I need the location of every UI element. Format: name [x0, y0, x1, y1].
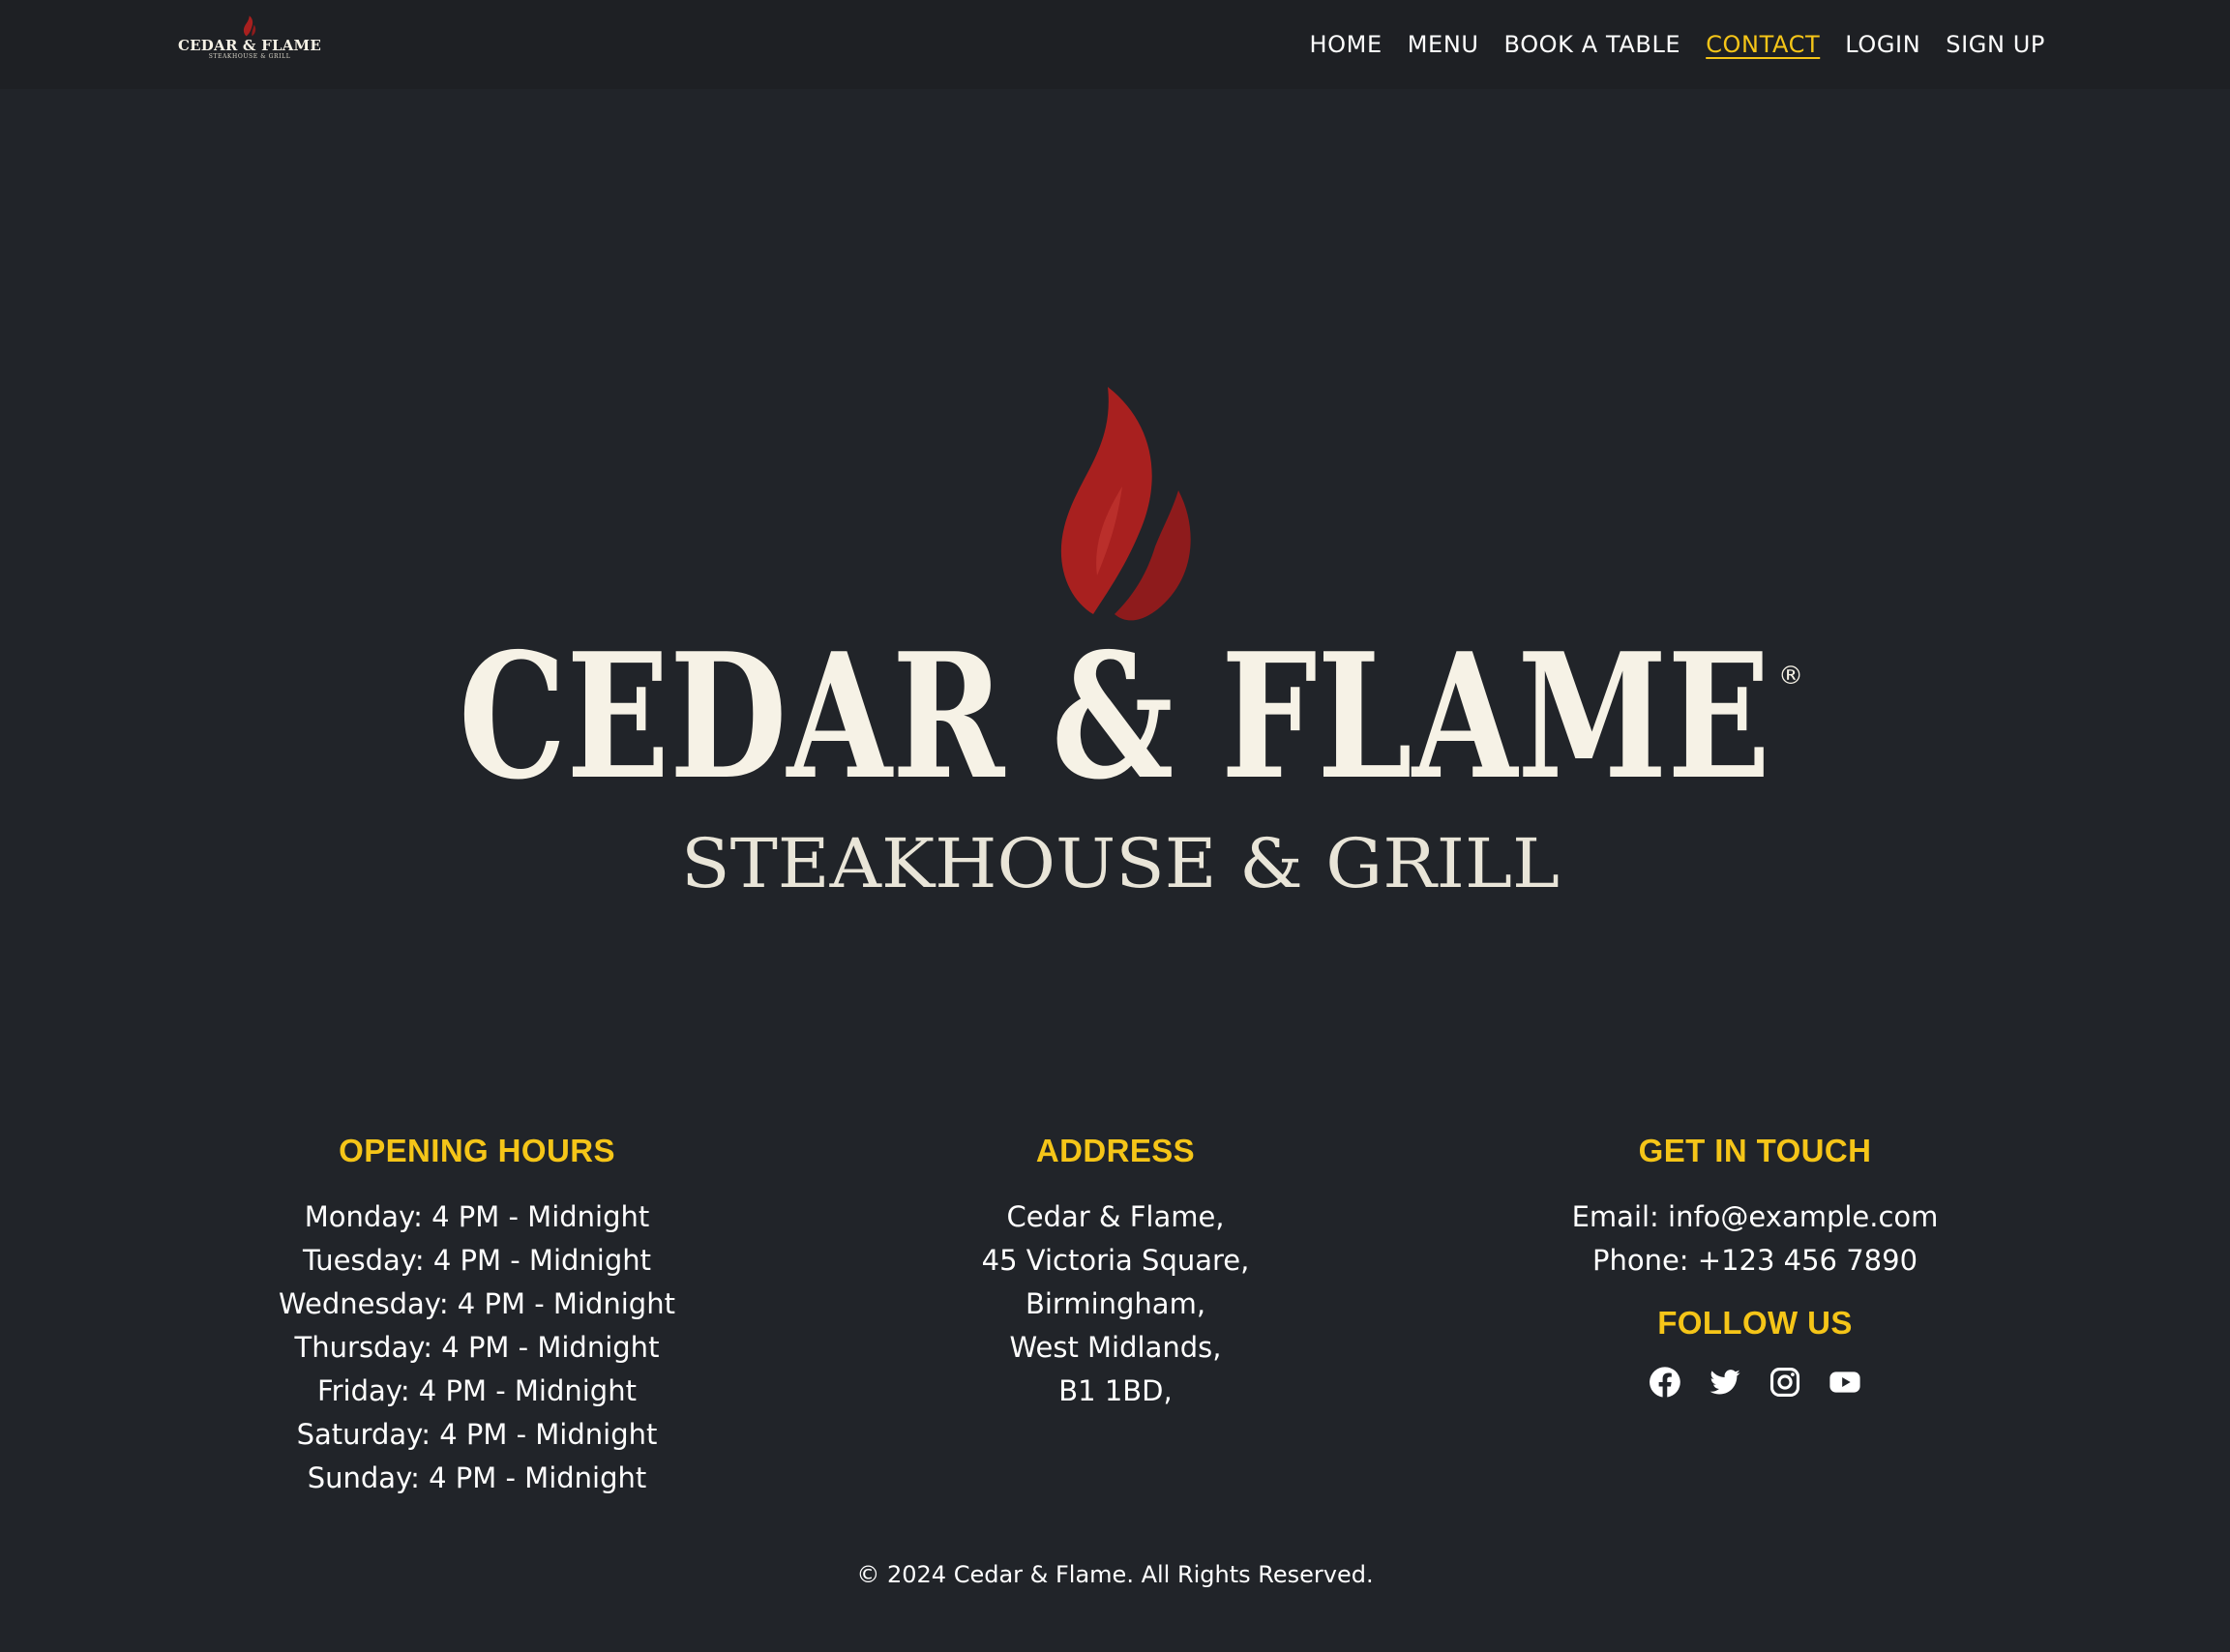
contact-email[interactable]: Email: info@example.com — [1436, 1195, 2074, 1239]
hero-title: CEDAR & FLAME — [459, 615, 1770, 817]
opening-hours-section: OPENING HOURS Monday: 4 PM - Midnight Tu… — [158, 1128, 796, 1500]
brand-logo[interactable]: CEDAR & FLAME STEAKHOUSE & GRILL — [178, 15, 321, 70]
nav-login[interactable]: LOGIN — [1845, 31, 1920, 58]
opening-hours-heading: OPENING HOURS — [339, 1133, 615, 1168]
social-links — [1436, 1366, 2074, 1399]
main-nav: HOME MENU BOOK A TABLE CONTACT LOGIN SIG… — [1310, 27, 2045, 62]
nav-home[interactable]: HOME — [1310, 31, 1383, 58]
follow-us-heading: FOLLOW US — [1657, 1305, 1853, 1341]
nav-contact[interactable]: CONTACT — [1706, 31, 1820, 58]
address-line: Birmingham, — [1025, 1287, 1206, 1320]
hours-sunday: Sunday: 4 PM - Midnight — [307, 1461, 647, 1494]
flame-icon — [243, 15, 256, 37]
address-line: Cedar & Flame, — [1006, 1200, 1225, 1233]
brand-subtitle: STEAKHOUSE & GRILL — [208, 53, 291, 60]
hours-friday: Friday: 4 PM - Midnight — [317, 1374, 637, 1407]
nav-menu[interactable]: MENU — [1408, 31, 1479, 58]
hero-trademark: ® — [1778, 662, 1803, 691]
brand-title: CEDAR & FLAME — [178, 37, 321, 54]
nav-book-a-table[interactable]: BOOK A TABLE — [1504, 31, 1681, 58]
hero-flame-icon — [1060, 387, 1191, 621]
facebook-icon[interactable] — [1649, 1366, 1681, 1399]
address-line: 45 Victoria Square, — [981, 1244, 1250, 1277]
get-in-touch-heading: GET IN TOUCH — [1638, 1133, 1872, 1168]
hours-tuesday: Tuesday: 4 PM - Midnight — [302, 1244, 652, 1277]
address-line: B1 1BD, — [1058, 1374, 1173, 1407]
hours-monday: Monday: 4 PM - Midnight — [304, 1200, 650, 1233]
navbar: CEDAR & FLAME STEAKHOUSE & GRILL HOME ME… — [0, 0, 2230, 89]
copyright: © 2024 Cedar & Flame. All Rights Reserve… — [856, 1561, 1374, 1588]
address-line: West Midlands, — [1009, 1331, 1222, 1364]
hours-thursday: Thursday: 4 PM - Midnight — [294, 1331, 660, 1364]
address-section: ADDRESS Cedar & Flame, 45 Victoria Squar… — [796, 1128, 1435, 1413]
contact-phone[interactable]: Phone: +123 456 7890 — [1436, 1239, 2074, 1283]
nav-sign-up[interactable]: SIGN UP — [1946, 31, 2045, 58]
youtube-icon[interactable] — [1829, 1366, 1861, 1399]
hero-logo: CEDAR & FLAME ® STEAKHOUSE & GRILL — [426, 382, 1804, 904]
instagram-icon[interactable] — [1769, 1366, 1801, 1399]
contact-section: GET IN TOUCH Email: info@example.com Pho… — [1436, 1128, 2074, 1399]
hours-saturday: Saturday: 4 PM - Midnight — [296, 1418, 658, 1451]
hours-wednesday: Wednesday: 4 PM - Midnight — [279, 1287, 675, 1320]
twitter-icon[interactable] — [1709, 1366, 1741, 1399]
hero-logo-image: CEDAR & FLAME ® STEAKHOUSE & GRILL — [459, 387, 1803, 903]
address-heading: ADDRESS — [1035, 1133, 1196, 1168]
hero-subtitle: STEAKHOUSE & GRILL — [681, 824, 1560, 903]
